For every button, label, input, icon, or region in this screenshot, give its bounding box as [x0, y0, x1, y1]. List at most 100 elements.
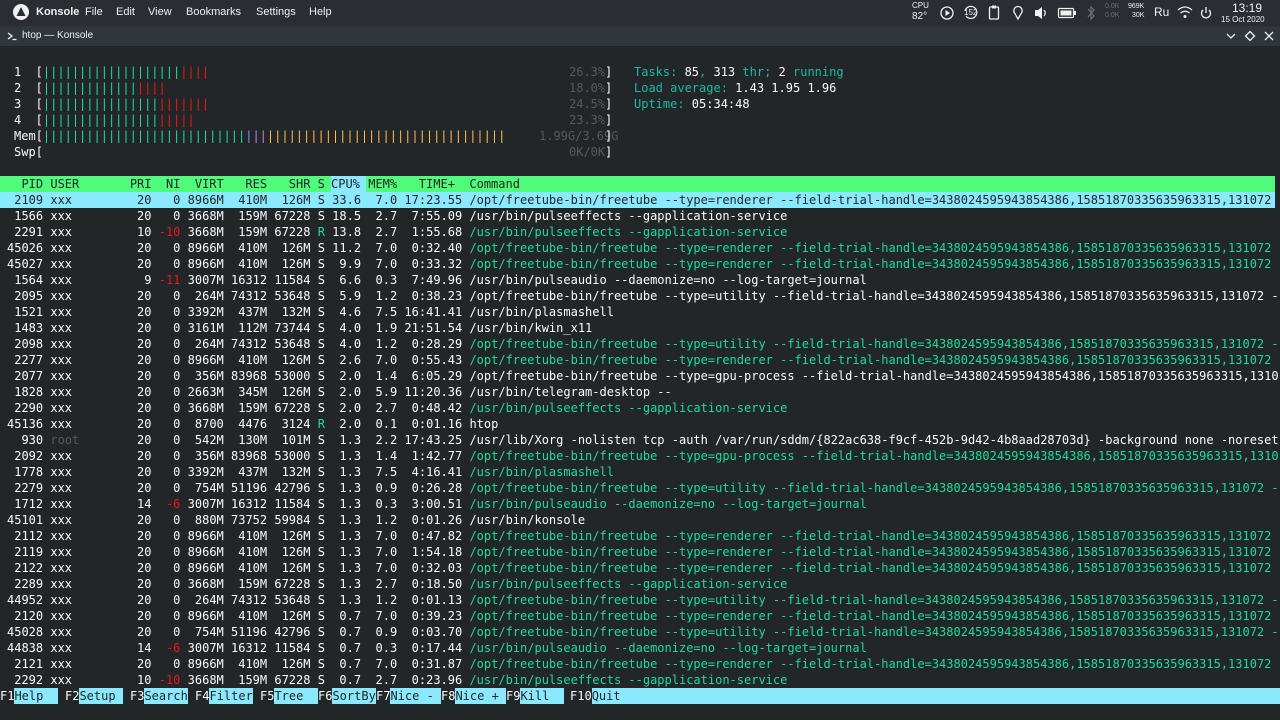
process-state: S	[317, 641, 333, 655]
process-cmd: /opt/freetube-bin/freetube --type=render…	[469, 529, 1272, 543]
process-state: S	[317, 209, 333, 223]
process-row[interactable]: 45101 xxx 20 0 880M 73752 59984 S 1.3 1.…	[7, 512, 585, 528]
process-row[interactable]: 1828 xxx 20 0 2663M 345M 126M S 2.0 5.9 …	[7, 384, 672, 400]
process-row[interactable]: 2095 xxx 20 0 264M 74312 53648 S 5.9 1.2…	[7, 288, 1278, 304]
fkey-f1[interactable]: F1Help	[0, 688, 58, 704]
menu-view[interactable]: View	[148, 6, 172, 18]
process-state: S	[317, 529, 333, 543]
process-virt: 3161M	[187, 321, 231, 335]
process-user: xxx	[50, 497, 123, 511]
process-row[interactable]: 2077 xxx 20 0 356M 83968 53000 S 2.0 1.4…	[7, 368, 1278, 384]
process-ni: 0	[158, 289, 188, 303]
process-row[interactable]: 1778 xxx 20 0 3392M 437M 132M S 1.3 7.5 …	[7, 464, 614, 480]
fkey-f2[interactable]: F2Setup	[65, 688, 123, 704]
process-row[interactable]: 1564 xxx 9 -11 3007M 16312 11584 S 6.6 0…	[7, 272, 867, 288]
process-pri: 20	[122, 433, 159, 447]
menu-settings[interactable]: Settings	[256, 6, 296, 18]
process-pid: 45136	[7, 417, 51, 431]
konsole-app-icon[interactable]	[13, 4, 29, 20]
process-pri: 10	[122, 225, 159, 239]
clock-date: 15 Oct 2020	[1221, 15, 1265, 24]
process-row[interactable]: 2289 xxx 20 0 3668M 159M 67228 S 1.3 2.7…	[7, 576, 787, 592]
process-time: 0:28.29	[404, 337, 470, 351]
process-virt: 264M	[187, 593, 231, 607]
fkey-f8[interactable]: F8Nice +	[441, 688, 507, 704]
menu-bookmarks[interactable]: Bookmarks	[186, 6, 241, 18]
process-shr: 126M	[274, 561, 318, 575]
process-pid: 2109	[7, 193, 51, 207]
process-user: xxx	[50, 577, 123, 591]
process-user: xxx	[50, 641, 123, 655]
process-row[interactable]: 45136 xxx 20 0 8700 4476 3124 R 2.0 0.1 …	[7, 416, 498, 432]
process-row[interactable]: 2092 xxx 20 0 356M 83968 53000 S 1.3 1.4…	[7, 448, 1278, 464]
process-mem: 2.7	[368, 209, 405, 223]
process-row[interactable]: 1521 xxx 20 0 3392M 437M 132M S 4.6 7.5 …	[7, 304, 614, 320]
maximize-icon[interactable]	[1244, 30, 1256, 42]
bluetooth-icon[interactable]	[1085, 0, 1097, 26]
process-row[interactable]: 2098 xxx 20 0 264M 74312 53648 S 4.0 1.2…	[7, 336, 1278, 352]
wifi-icon[interactable]	[1176, 0, 1194, 26]
process-row[interactable]: 1483 xxx 20 0 3161M 112M 73744 S 4.0 1.9…	[7, 320, 592, 336]
terminal-area[interactable]: 1 [||||||||||||||||||||||| 26.3%] 2 [||||…	[0, 46, 1280, 720]
process-row[interactable]: 2277 xxx 20 0 8966M 410M 126M S 2.6 7.0 …	[7, 352, 1271, 368]
sort-column-label[interactable]: CPU%	[331, 176, 360, 192]
process-row[interactable]: 2292 xxx 10 -10 3668M 159M 67228 S 0.7 2…	[7, 672, 787, 688]
window-titlebar[interactable]: htop — Konsole	[0, 26, 1280, 46]
process-user: xxx	[50, 545, 123, 559]
location-icon[interactable]	[1011, 0, 1025, 26]
fkey-f3[interactable]: F3Search	[130, 688, 188, 704]
process-res: 410M	[231, 561, 275, 575]
fkey-f9[interactable]: F9Kill	[506, 688, 564, 704]
process-shr: 11584	[274, 497, 318, 511]
process-row[interactable]: 45026 xxx 20 0 8966M 410M 126M S 11.2 7.…	[7, 240, 1271, 256]
menu-help[interactable]: Help	[309, 6, 332, 18]
process-row[interactable]: 2120 xxx 20 0 8966M 410M 126M S 0.7 7.0 …	[7, 608, 1271, 624]
battery-icon[interactable]	[1057, 0, 1077, 26]
process-row[interactable]: 2279 xxx 20 0 754M 51196 42796 S 1.3 0.9…	[7, 480, 1278, 496]
process-row[interactable]: 1566 xxx 20 0 3668M 159M 67228 S 18.5 2.…	[7, 208, 787, 224]
process-row[interactable]: 2291 xxx 10 -10 3668M 159M 67228 R 13.8 …	[7, 224, 787, 240]
process-user: xxx	[50, 465, 123, 479]
process-row[interactable]: 1712 xxx 14 -6 3007M 16312 11584 S 1.3 0…	[7, 496, 867, 512]
media-play-icon[interactable]	[939, 0, 955, 26]
process-pid: 2098	[7, 337, 51, 351]
fkey-f10[interactable]: F10Quit	[570, 688, 1280, 704]
process-row[interactable]: 930 root 20 0 542M 130M 101M S 1.3 2.2 1…	[7, 432, 1278, 448]
process-row[interactable]: 2121 xxx 20 0 8966M 410M 126M S 0.7 7.0 …	[7, 656, 1271, 672]
fkey-f4[interactable]: F4Filter	[195, 688, 253, 704]
power-icon[interactable]	[1199, 0, 1213, 26]
process-row[interactable]: 2109 xxx 20 0 8966M 410M 126M S 33.6 7.0…	[7, 192, 1271, 208]
fkey-f7[interactable]: F7Nice -	[376, 688, 442, 704]
menu-file[interactable]: File	[85, 6, 103, 18]
process-row[interactable]: 45028 xxx 20 0 754M 51196 42796 S 0.7 0.…	[7, 624, 1279, 640]
fkey-f6[interactable]: F6SortBy	[318, 688, 376, 704]
menu-edit[interactable]: Edit	[116, 6, 135, 18]
clipboard-icon[interactable]	[987, 0, 1001, 26]
process-cmd: /opt/freetube-bin/freetube --type=render…	[469, 657, 1272, 671]
process-row[interactable]: 2119 xxx 20 0 8966M 410M 126M S 1.3 7.0 …	[7, 544, 1271, 560]
process-time: 7:55.09	[404, 209, 470, 223]
process-cmd: /usr/bin/pulseeffects --gapplication-ser…	[469, 577, 788, 591]
clock[interactable]: 13:19 15 Oct 2020	[1218, 0, 1276, 26]
process-row[interactable]: 2122 xxx 20 0 8966M 410M 126M S 1.3 7.0 …	[7, 560, 1271, 576]
process-row[interactable]: 2112 xxx 20 0 8966M 410M 126M S 1.3 7.0 …	[7, 528, 1271, 544]
process-row[interactable]: 44952 xxx 20 0 264M 74312 53648 S 1.3 1.…	[7, 592, 1279, 608]
process-virt: 3668M	[187, 225, 231, 239]
process-row[interactable]: 45027 xxx 20 0 8966M 410M 126M S 9.9 7.0…	[7, 256, 1271, 272]
process-res: 4476	[231, 417, 275, 431]
process-res: 51196	[231, 481, 275, 495]
process-time: 0:32.03	[404, 561, 470, 575]
process-time: 0:33.32	[404, 257, 470, 271]
minimize-icon[interactable]	[1225, 30, 1237, 42]
process-row[interactable]: 44838 xxx 14 -6 3007M 16312 11584 S 0.7 …	[7, 640, 867, 656]
network-speed-widget[interactable]: 969K 30K	[1128, 0, 1150, 26]
column-header[interactable]: PID USER PRI NI VIRT RES SHR S CPU% MEM%…	[7, 176, 520, 192]
notification-counter-icon[interactable]: 152	[962, 0, 980, 26]
keyboard-layout[interactable]: Ru	[1154, 5, 1169, 19]
fkey-f5[interactable]: F5Tree	[260, 688, 318, 704]
close-icon[interactable]	[1263, 30, 1275, 42]
cpu-temp-widget[interactable]: CPU 82°	[912, 0, 930, 26]
network-down-widget[interactable]: 0.0K 0.0K	[1105, 0, 1127, 26]
process-row[interactable]: 2290 xxx 20 0 3668M 159M 67228 S 2.0 2.7…	[7, 400, 787, 416]
volume-icon[interactable]	[1033, 0, 1049, 26]
